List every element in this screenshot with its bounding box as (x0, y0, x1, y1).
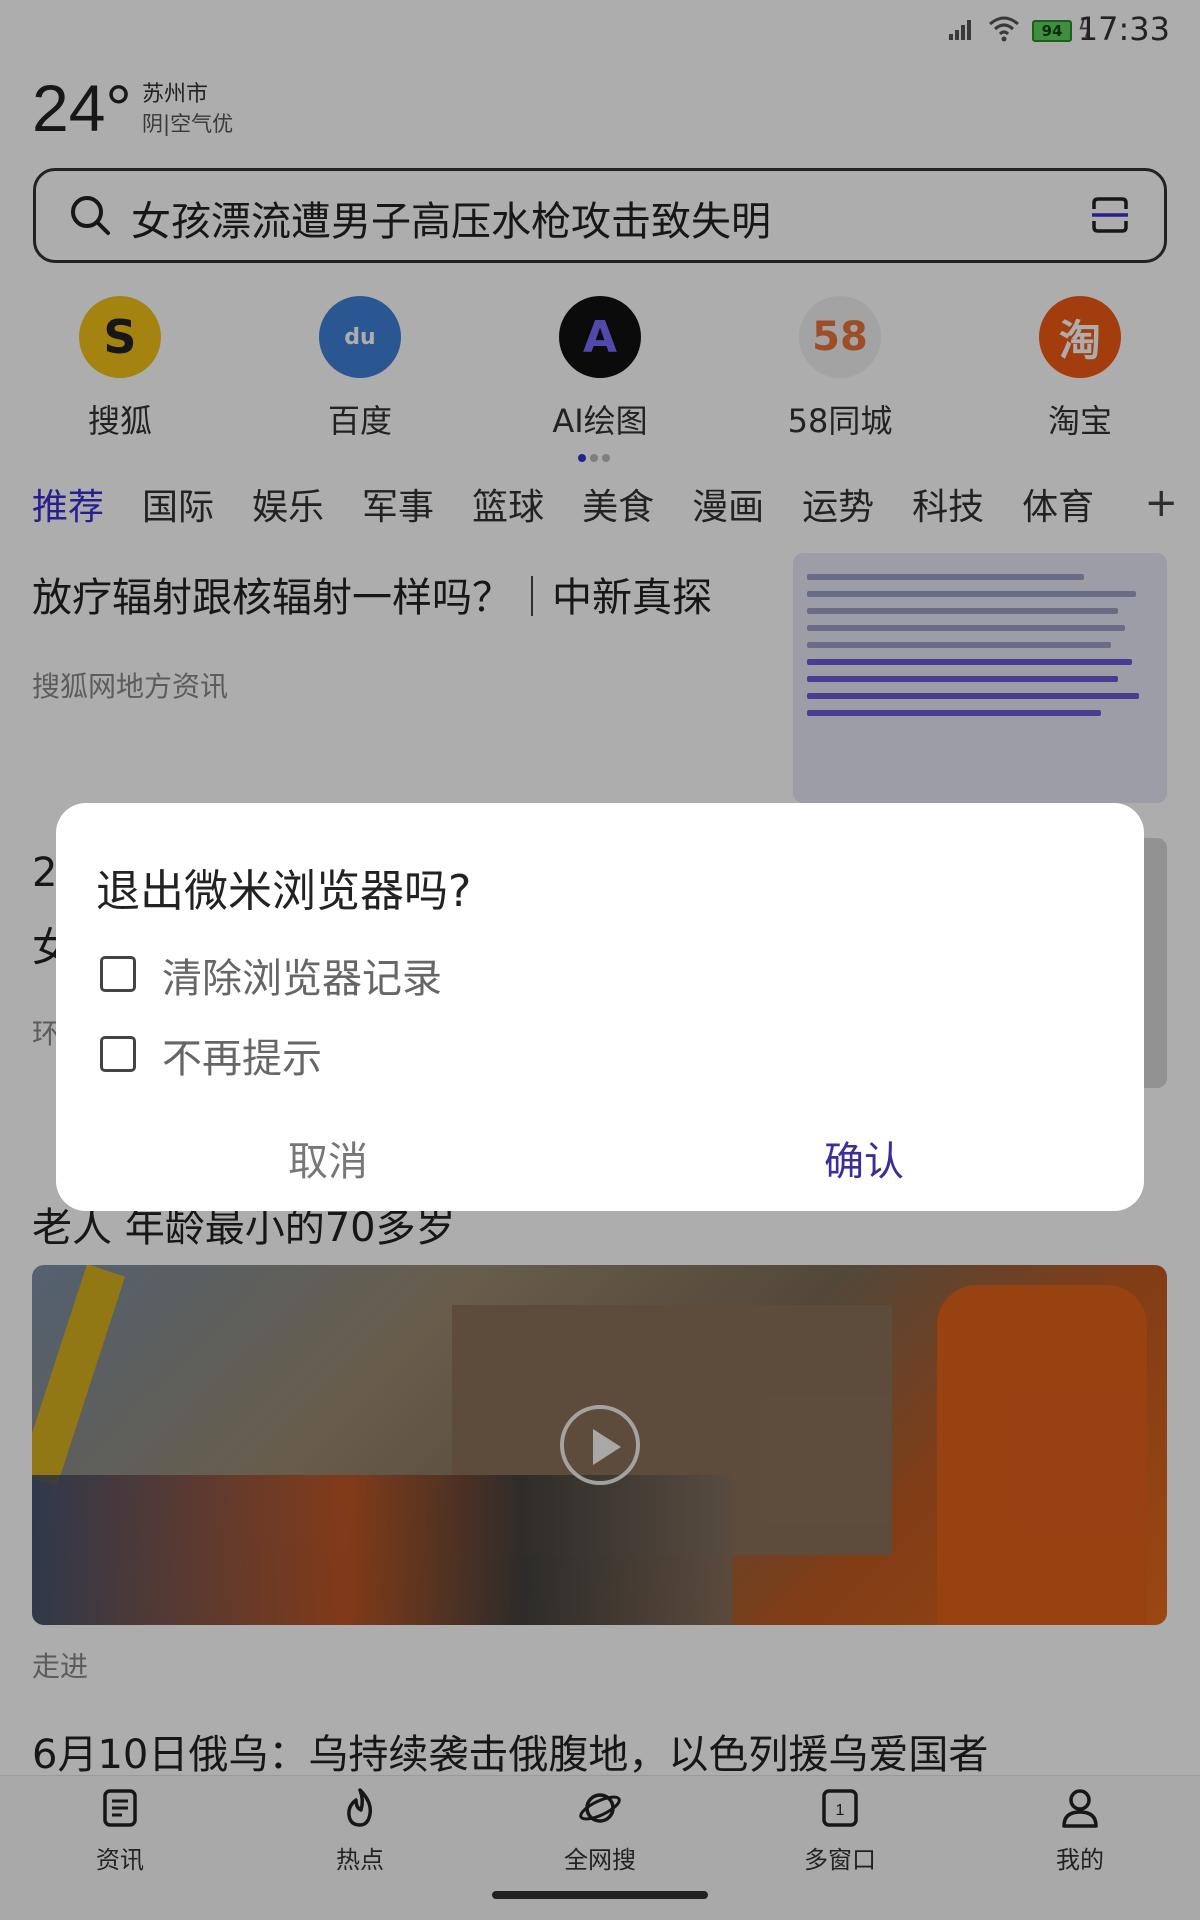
clear-history-checkbox[interactable] (100, 956, 136, 992)
clear-history-label[interactable]: 清除浏览器记录 (162, 946, 442, 1004)
cancel-button[interactable]: 取消 (128, 1123, 528, 1193)
dont-remind-label[interactable]: 不再提示 (162, 1026, 322, 1084)
dont-remind-option[interactable]: 不再提示 (100, 1026, 700, 1082)
clear-history-option[interactable]: 清除浏览器记录 (100, 946, 700, 1002)
home-indicator[interactable] (492, 1891, 708, 1899)
dialog-title: 退出微米浏览器吗? (96, 866, 472, 917)
exit-dialog: 退出微米浏览器吗? 清除浏览器记录 不再提示 取消 确认 (56, 803, 1144, 1211)
dont-remind-checkbox[interactable] (100, 1036, 136, 1072)
confirm-button[interactable]: 确认 (664, 1123, 1064, 1193)
